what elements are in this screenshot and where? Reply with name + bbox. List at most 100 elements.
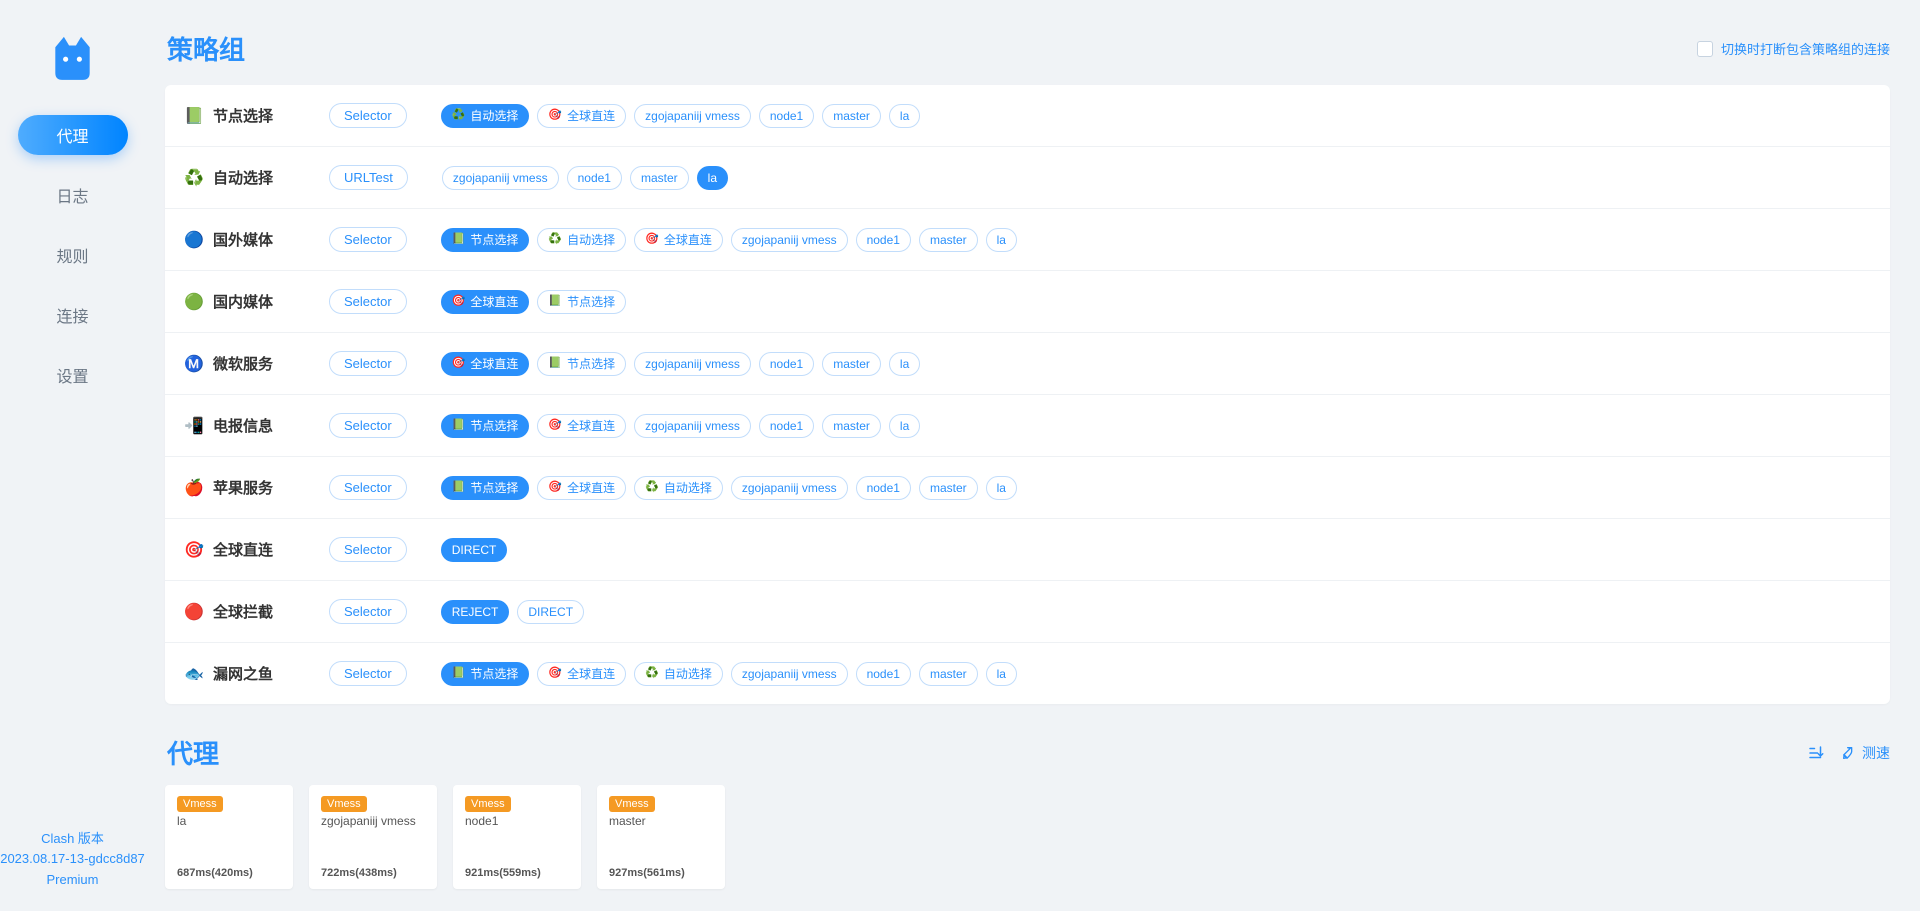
proxies-title: 代理 [167,734,219,771]
proxy-pill[interactable]: zgojapaniij vmess [731,476,848,500]
proxy-pill[interactable]: 📗节点选择 [441,662,530,686]
proxy-pill[interactable]: ♻️自动选择 [634,662,723,686]
proxy-pill[interactable]: la [986,662,1017,686]
proxy-pill[interactable]: 🎯全球直连 [441,352,530,376]
proxy-pill[interactable]: REJECT [441,600,510,624]
proxy-pill[interactable]: DIRECT [517,600,584,624]
policy-group-row: 📗节点选择 Selector ♻️自动选择 🎯全球直连 zgojapaniij vmes… [165,85,1890,147]
proxy-pill[interactable]: zgojapaniij vmess [634,104,751,128]
proxy-pill[interactable]: 🎯 全球直连 [441,290,530,314]
proxy-pill[interactable]: la [889,414,920,438]
proxy-pill[interactable]: node1 [856,662,911,686]
break-connections-toggle[interactable]: 切换时打断包含策略组的连接 [1697,39,1890,58]
proxy-pill[interactable]: node1 [759,104,814,128]
proxy-pill[interactable]: zgojapaniij vmess [731,228,848,252]
group-type-pill[interactable]: Selector [329,599,407,624]
proxy-pill[interactable]: 🎯全球直连 [537,476,626,500]
proxy-pill[interactable]: 📗节点选择 [441,414,530,438]
group-type-pill[interactable]: Selector [329,289,407,314]
proxy-pill[interactable]: ♻️自动选择 [634,476,723,500]
proxy-pill[interactable]: ♻️自动选择 [537,228,626,252]
proxy-pill[interactable]: master [822,414,881,438]
group-head: 🐟漏网之鱼 [185,663,315,684]
proxy-pill[interactable]: DIRECT [441,538,508,562]
proxy-pill[interactable]: la [697,166,728,190]
policy-group-row: 🍎苹果服务Selector📗节点选择🎯全球直连♻️自动选择zgojapaniij… [165,457,1890,519]
nav-item-1[interactable]: 日志 [18,175,128,215]
proxy-pill[interactable]: 🎯全球直连 [537,104,626,128]
group-type-pill[interactable]: URLTest [329,165,408,190]
proxy-card[interactable]: Vmesszgojapaniij vmess722ms(438ms) [309,785,437,889]
proxy-pill-label: node1 [770,417,803,435]
proxy-pill-label: zgojapaniij vmess [645,107,740,125]
proxy-pill[interactable]: zgojapaniij vmess [634,352,751,376]
group-head: 📗节点选择 [185,105,315,126]
proxy-pill[interactable]: 🎯全球直连 [537,414,626,438]
group-type-pill[interactable]: Selector [329,351,407,376]
nav-item-3[interactable]: 连接 [18,295,128,335]
proxy-pill[interactable]: 🎯全球直连 [537,662,626,686]
proxy-pill[interactable]: master [919,228,978,252]
group-type-pill[interactable]: Selector [329,413,407,438]
proxy-pill[interactable]: la [889,352,920,376]
group-type-pill[interactable]: Selector [329,103,407,128]
proxy-emoji-icon: 🎯 [452,296,466,307]
proxy-pill[interactable]: node1 [856,228,911,252]
proxy-pill-label: DIRECT [452,541,497,559]
policy-group-row: 🐟漏网之鱼 Selector 📗节点选择 🎯全球直连 ♻️自动选择 zgojapaniij… [165,643,1890,704]
proxy-pill-label: DIRECT [528,603,573,621]
group-name: 漏网之鱼 [213,663,273,684]
proxy-pill[interactable]: zgojapaniij vmess [731,662,848,686]
speed-test-button[interactable]: 测速 [1841,743,1890,763]
proxy-card[interactable]: Vmessla687ms(420ms) [165,785,293,889]
policy-group-row: 🟢国内媒体Selector🎯全球直连📗节点选择 [165,271,1890,333]
recycle-icon: ♻️ [185,169,203,187]
group-type-pill[interactable]: Selector [329,661,407,686]
proxy-card[interactable]: Vmessmaster927ms(561ms) [597,785,725,889]
proxy-pill[interactable]: master [919,476,978,500]
group-name: 节点选择 [213,105,273,126]
proxy-pill-label: node1 [867,479,900,497]
proxy-pill[interactable]: 🎯全球直连 [634,228,723,252]
proxy-pill[interactable]: la [986,228,1017,252]
group-type-pill[interactable]: Selector [329,227,407,252]
proxy-pill-label: la [997,479,1006,497]
proxies-header: 代理 测速 [167,734,1890,771]
proxy-pill[interactable]: master [822,352,881,376]
proxy-pill[interactable]: zgojapaniij vmess [634,414,751,438]
proxy-card[interactable]: Vmessnode1921ms(559ms) [453,785,581,889]
proxy-pill[interactable]: 📗节点选择 [441,228,530,252]
proxy-pill[interactable]: la [986,476,1017,500]
proxy-pill[interactable]: zgojapaniij vmess [442,166,559,190]
proxy-pill[interactable]: node1 [567,166,622,190]
group-type-pill[interactable]: Selector [329,475,407,500]
proxy-pill[interactable]: master [822,104,881,128]
nav-item-2[interactable]: 规则 [18,235,128,275]
proxy-pill[interactable]: master [919,662,978,686]
nav-item-0[interactable]: 代理 [18,115,128,155]
proxy-pill-label: la [900,417,909,435]
proxy-pill[interactable]: node1 [759,352,814,376]
proxy-pill[interactable]: node1 [759,414,814,438]
group-type-pill[interactable]: Selector [329,537,407,562]
proxy-pill[interactable]: 📗节点选择 [441,476,530,500]
proxy-pill[interactable]: 📗节点选择 [537,290,626,314]
proxy-list: 📗节点选择 🎯全球直连 zgojapaniij vmess node1 master la [441,414,921,438]
proxy-pill-label: 节点选择 [567,293,615,311]
proxy-pill[interactable]: master [630,166,689,190]
policy-header: 策略组 切换时打断包含策略组的连接 [167,30,1890,67]
proxy-pill-label: node1 [770,107,803,125]
protocol-tag: Vmess [321,796,367,812]
proxy-pill-label: la [900,107,909,125]
nav-item-4[interactable]: 设置 [18,355,128,395]
group-name: 全球直连 [213,539,273,560]
proxy-pill[interactable]: node1 [856,476,911,500]
proxy-pill[interactable]: la [889,104,920,128]
proxy-pill[interactable]: ♻️自动选择 [441,104,530,128]
proxy-pill-label: la [708,169,717,187]
proxy-pill[interactable]: 📗节点选择 [537,352,626,376]
proxy-list: 🎯全球直连 📗节点选择 zgojapaniij vmess node1 master la [441,352,921,376]
sort-icon[interactable] [1807,744,1825,762]
proxy-pill-label: 全球直连 [470,293,518,311]
proxy-pill-label: 自动选择 [567,231,615,249]
